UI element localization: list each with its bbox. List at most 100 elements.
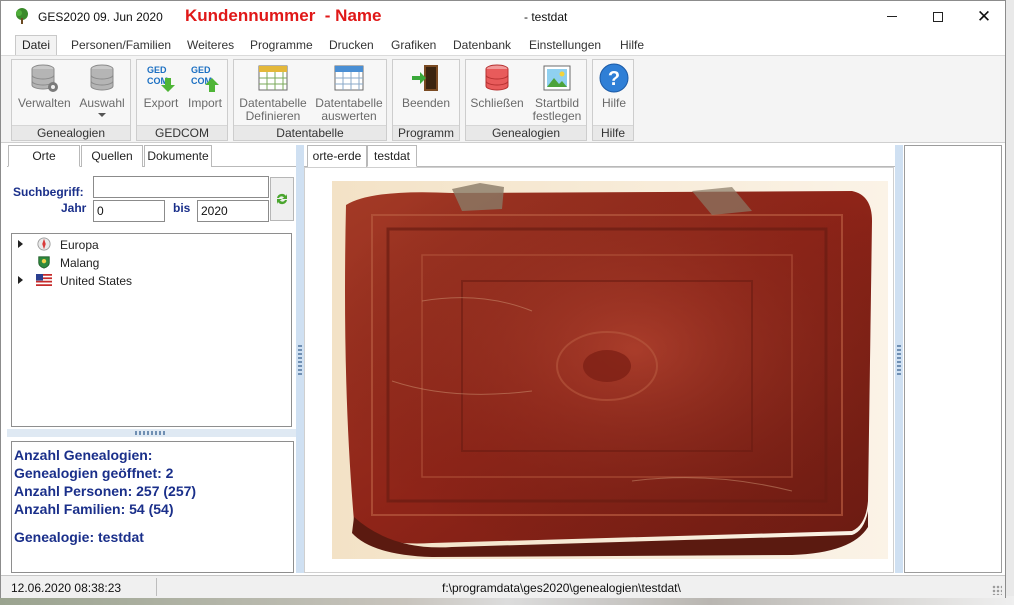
ribbon-group-label: Programm bbox=[393, 125, 459, 140]
maximize-button[interactable] bbox=[915, 1, 961, 32]
table-evaluate-icon bbox=[334, 65, 364, 91]
resize-grip-icon[interactable] bbox=[992, 585, 1002, 595]
exit-door-icon bbox=[412, 65, 438, 91]
right-vertical-splitter[interactable] bbox=[895, 145, 903, 573]
horizontal-splitter[interactable] bbox=[7, 429, 296, 437]
year-to-field[interactable] bbox=[197, 200, 269, 222]
beenden-label: Beenden bbox=[401, 96, 451, 110]
tab-dokumente[interactable]: Dokumente bbox=[144, 145, 212, 167]
datentabelle-auswerten-button[interactable]: Datentabelle auswerten bbox=[314, 62, 384, 123]
menu-bar: Datei Personen/Familien Weiteres Program… bbox=[1, 32, 1005, 55]
year-to-label: bis bbox=[173, 201, 191, 215]
tree-label: Europa bbox=[60, 238, 99, 252]
main-window: GES2020 09. Jun 2020 Kundennummer - Name… bbox=[0, 0, 1006, 598]
status-datetime: 12.06.2020 08:38:23 bbox=[11, 581, 122, 595]
schliessen-button[interactable]: Schließen bbox=[470, 62, 524, 110]
import-label: Import bbox=[187, 96, 222, 110]
definieren-label-2: Definieren bbox=[245, 109, 301, 123]
refresh-button[interactable] bbox=[270, 177, 294, 221]
svg-text:GED: GED bbox=[147, 65, 167, 75]
stat-persons-count: Anzahl Personen: 257 (257) bbox=[14, 483, 197, 499]
menu-weiteres[interactable]: Weiteres bbox=[187, 35, 234, 55]
menu-drucken[interactable]: Drucken bbox=[329, 35, 374, 55]
schliessen-label: Schließen bbox=[470, 96, 524, 110]
splitter-grip bbox=[897, 345, 901, 375]
gedcom-import-icon: GED COM bbox=[191, 65, 219, 92]
expand-arrow-icon[interactable] bbox=[18, 240, 23, 248]
splitter-grip bbox=[135, 431, 167, 435]
status-path: f:\programdata\ges2020\genealogien\testd… bbox=[442, 581, 681, 595]
search-area: Suchbegriff: Jahr bis bbox=[7, 167, 296, 233]
startbild-festlegen-button[interactable]: Startbild festlegen bbox=[530, 62, 584, 123]
tab-quellen[interactable]: Quellen bbox=[81, 145, 143, 167]
maximize-icon bbox=[933, 11, 943, 22]
database-icon bbox=[90, 64, 114, 91]
ribbon-group-genealogien-2: Schließen Startbild festlegen Genealogie… bbox=[465, 59, 587, 141]
year-from-field[interactable] bbox=[93, 200, 165, 222]
start-image-frame bbox=[304, 167, 894, 573]
svg-text:?: ? bbox=[608, 68, 620, 90]
database-close-icon bbox=[485, 64, 509, 91]
hilfe-button[interactable]: ? Hilfe bbox=[595, 62, 633, 110]
tab-orte[interactable]: Orte bbox=[8, 145, 80, 167]
ribbon-group-label: Datentabelle bbox=[234, 125, 386, 140]
ribbon-group-label: Genealogien bbox=[466, 125, 586, 140]
expand-arrow-icon[interactable] bbox=[18, 276, 23, 284]
search-input[interactable] bbox=[93, 176, 269, 198]
chevron-down-icon bbox=[98, 113, 106, 117]
ribbon-group-genealogien: Verwalten Auswahl Genealogien bbox=[11, 59, 131, 141]
left-vertical-splitter[interactable] bbox=[296, 145, 304, 573]
close-button[interactable]: ✕ bbox=[961, 1, 1007, 32]
refresh-icon bbox=[277, 193, 287, 205]
statistics-panel: Anzahl Genealogien: Genealogien geöffnet… bbox=[11, 441, 294, 573]
stat-current-genealogy: Genealogie: testdat bbox=[14, 529, 144, 545]
tab-testdat[interactable]: testdat bbox=[367, 145, 417, 167]
database-gear-icon bbox=[31, 64, 58, 92]
right-panel bbox=[904, 145, 1002, 573]
auswerten-label-2: auswerten bbox=[321, 109, 377, 123]
left-tabs: Orte Quellen Dokumente bbox=[7, 145, 296, 167]
startbild-label-2: festlegen bbox=[532, 109, 582, 123]
status-separator bbox=[156, 578, 157, 596]
menu-einstellungen[interactable]: Einstellungen bbox=[529, 35, 601, 55]
tree-item-malang[interactable]: Malang bbox=[12, 254, 291, 272]
left-panel: Orte Quellen Dokumente Suchbegriff: Jahr… bbox=[7, 145, 296, 574]
coat-of-arms-icon bbox=[38, 256, 50, 269]
auswahl-button[interactable]: Auswahl bbox=[76, 62, 128, 117]
ribbon-group-programm: Beenden Programm bbox=[392, 59, 460, 141]
minimize-button[interactable] bbox=[869, 1, 915, 32]
svg-text:COM: COM bbox=[147, 76, 168, 86]
menu-programme[interactable]: Programme bbox=[250, 35, 313, 55]
tree-item-united-states[interactable]: United States bbox=[12, 272, 291, 290]
export-label: Export bbox=[143, 96, 179, 110]
menu-hilfe[interactable]: Hilfe bbox=[620, 35, 644, 55]
us-flag-icon bbox=[36, 274, 52, 286]
verwalten-label: Verwalten bbox=[18, 96, 71, 110]
ribbon-group-label: GEDCOM bbox=[137, 125, 227, 140]
svg-text:GED: GED bbox=[191, 65, 211, 75]
app-title: GES2020 09. Jun 2020 bbox=[38, 10, 163, 24]
hilfe-label: Hilfe bbox=[601, 96, 626, 110]
database-title: - testdat bbox=[524, 10, 568, 24]
menu-personen-familien[interactable]: Personen/Familien bbox=[71, 35, 171, 55]
menu-datenbank[interactable]: Datenbank bbox=[453, 35, 511, 55]
datentabelle-definieren-button[interactable]: Datentabelle Definieren bbox=[238, 62, 308, 123]
help-icon: ? bbox=[599, 63, 629, 93]
ribbon-group-datentabelle: Datentabelle Definieren Datentabelle aus… bbox=[233, 59, 387, 141]
menu-grafiken[interactable]: Grafiken bbox=[391, 35, 436, 55]
customer-heading: Kundennummer - Name bbox=[185, 6, 382, 25]
import-button[interactable]: GED COM Import bbox=[185, 62, 225, 110]
verwalten-button[interactable]: Verwalten bbox=[18, 62, 71, 110]
beenden-button[interactable]: Beenden bbox=[397, 62, 455, 110]
splitter-grip bbox=[298, 345, 302, 375]
center-panel: orte-erde testdat bbox=[304, 145, 895, 573]
minimize-icon bbox=[887, 16, 897, 17]
places-tree: Europa Malang United States bbox=[11, 233, 292, 427]
ribbon-group-hilfe: ? Hilfe Hilfe bbox=[592, 59, 634, 141]
tab-orte-erde[interactable]: orte-erde bbox=[307, 145, 367, 167]
menu-datei[interactable]: Datei bbox=[15, 35, 58, 55]
ribbon-toolbar: Verwalten Auswahl Genealogien GED COM Ex… bbox=[1, 55, 1005, 143]
title-bar: GES2020 09. Jun 2020 Kundennummer - Name… bbox=[1, 1, 1005, 32]
export-button[interactable]: GED COM Export bbox=[141, 62, 181, 110]
tree-item-europa[interactable]: Europa bbox=[12, 236, 291, 254]
